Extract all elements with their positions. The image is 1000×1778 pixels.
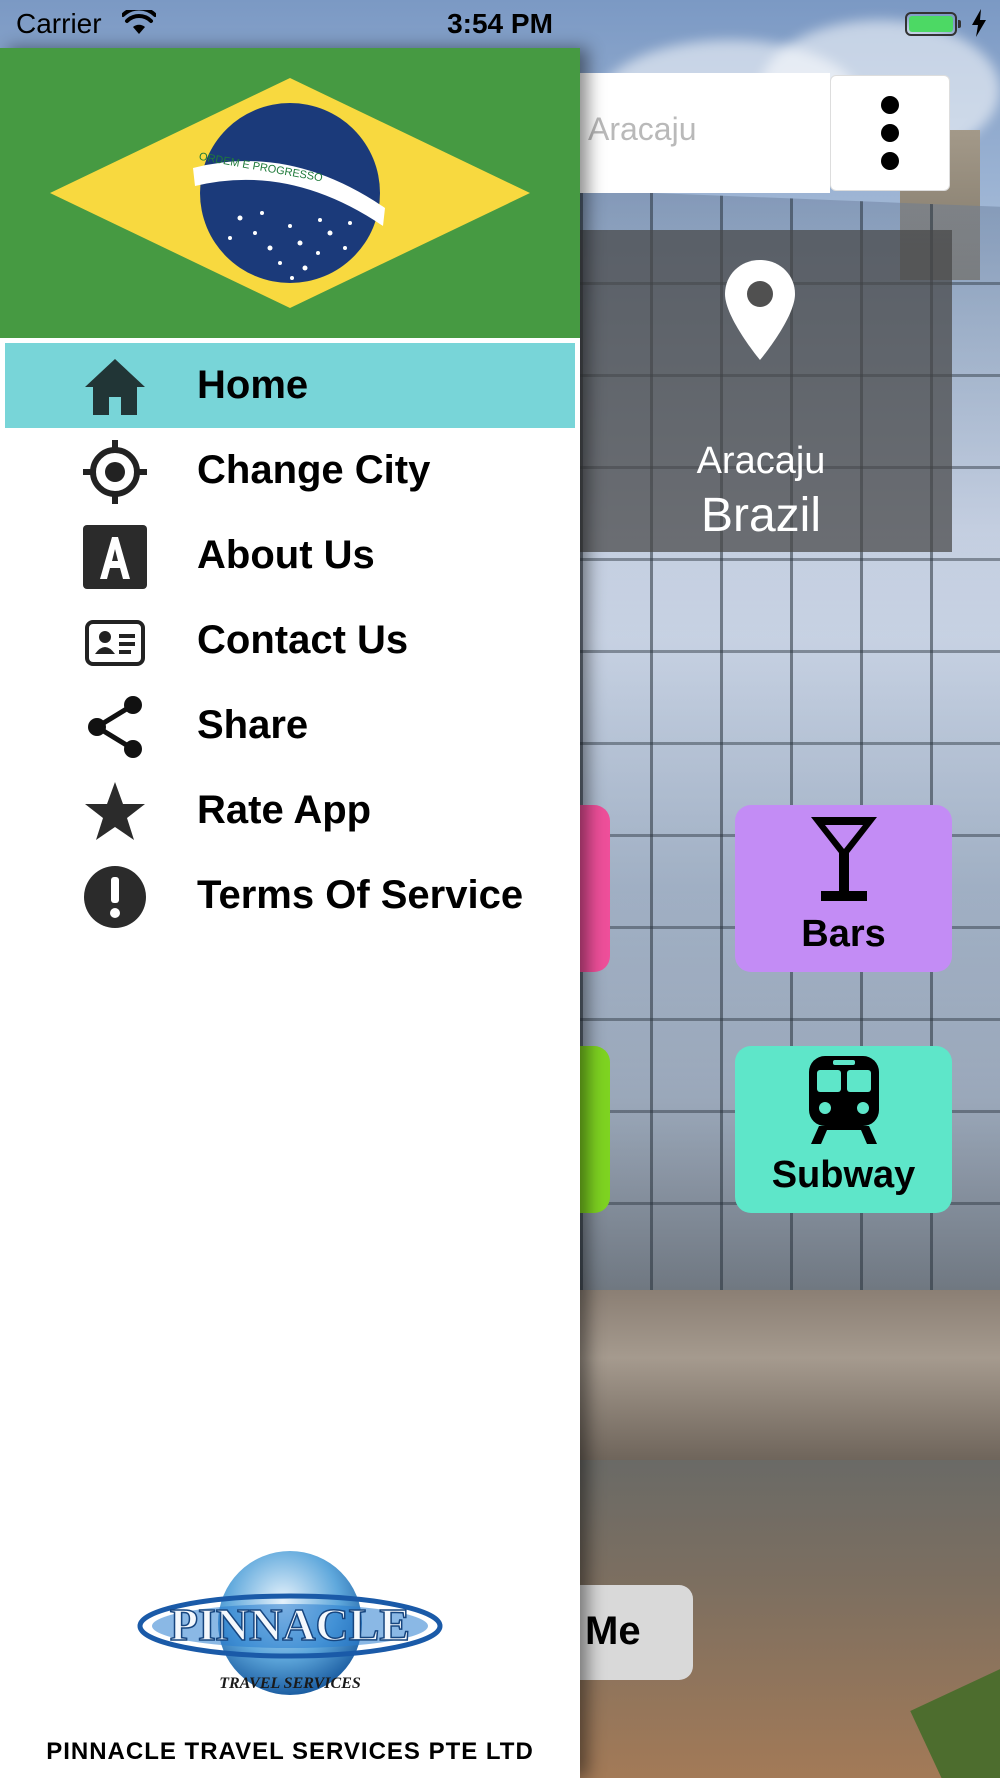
clock: 3:54 PM — [447, 8, 553, 39]
category-bars-button[interactable]: Bars — [735, 805, 952, 972]
menu-item-label: Share — [197, 703, 309, 747]
city-search-input[interactable] — [588, 111, 828, 148]
brazil-flag-image: ORDEM E PROGRESSO — [50, 78, 530, 308]
train-icon — [809, 1056, 879, 1144]
menu-item-share[interactable]: Share — [5, 683, 575, 768]
navigation-drawer: ORDEM E PROGRESSO Home Change City About… — [0, 48, 580, 1778]
current-country: Brazil — [700, 489, 822, 542]
menu-item-terms-of-service[interactable]: Terms Of Service — [5, 853, 575, 938]
star-icon — [85, 782, 145, 840]
menu-item-home[interactable]: Home — [5, 343, 575, 428]
battery-icon — [905, 12, 961, 36]
category-label: Bars — [801, 913, 886, 955]
menu-item-rate-app[interactable]: Rate App — [5, 768, 575, 853]
city-search-field[interactable] — [560, 73, 830, 193]
find-me-label: Me — [585, 1609, 641, 1653]
charging-icon — [972, 9, 986, 37]
menu-item-about-us[interactable]: About Us — [5, 513, 575, 598]
pinnacle-logo: PINNACLE TRAVEL SERVICES — [137, 1551, 443, 1695]
status-bar: Carrier 3:54 PM — [0, 0, 1000, 48]
kebab-dot — [881, 152, 899, 170]
crosshair-icon — [83, 440, 147, 504]
home-icon — [85, 359, 145, 415]
current-city: Aracaju — [696, 440, 826, 482]
drawer-menu: Home Change City About Us Contact Us Sha… — [5, 343, 575, 938]
menu-item-label: Contact Us — [197, 618, 409, 662]
share-icon — [88, 696, 142, 758]
exclamation-icon — [84, 866, 146, 928]
logo-brand: PINNACLE — [170, 1599, 410, 1650]
category-subway-button[interactable]: Subway — [735, 1046, 952, 1213]
letter-a-icon — [83, 525, 147, 589]
menu-item-label: Rate App — [197, 788, 372, 832]
logo-tagline: TRAVEL SERVICES — [219, 1675, 361, 1692]
contact-card-icon — [85, 620, 145, 666]
menu-item-label: About Us — [197, 533, 375, 577]
menu-item-contact-us[interactable]: Contact Us — [5, 598, 575, 683]
menu-item-label: Change City — [197, 448, 431, 492]
location-pin-icon — [725, 260, 795, 360]
menu-item-change-city[interactable]: Change City — [5, 428, 575, 513]
menu-item-label: Home — [197, 363, 309, 407]
location-card: Aracaju Brazil — [570, 230, 952, 552]
company-name: PINNACLE TRAVEL SERVICES PTE LTD — [46, 1738, 534, 1765]
brazil-flag-header: ORDEM E PROGRESSO — [0, 48, 580, 338]
kebab-dot — [881, 124, 899, 142]
cocktail-glass-icon — [811, 817, 877, 901]
kebab-dot — [881, 96, 899, 114]
category-label: Subway — [771, 1154, 916, 1196]
menu-item-label: Terms Of Service — [197, 873, 524, 917]
more-options-button[interactable] — [830, 75, 950, 191]
